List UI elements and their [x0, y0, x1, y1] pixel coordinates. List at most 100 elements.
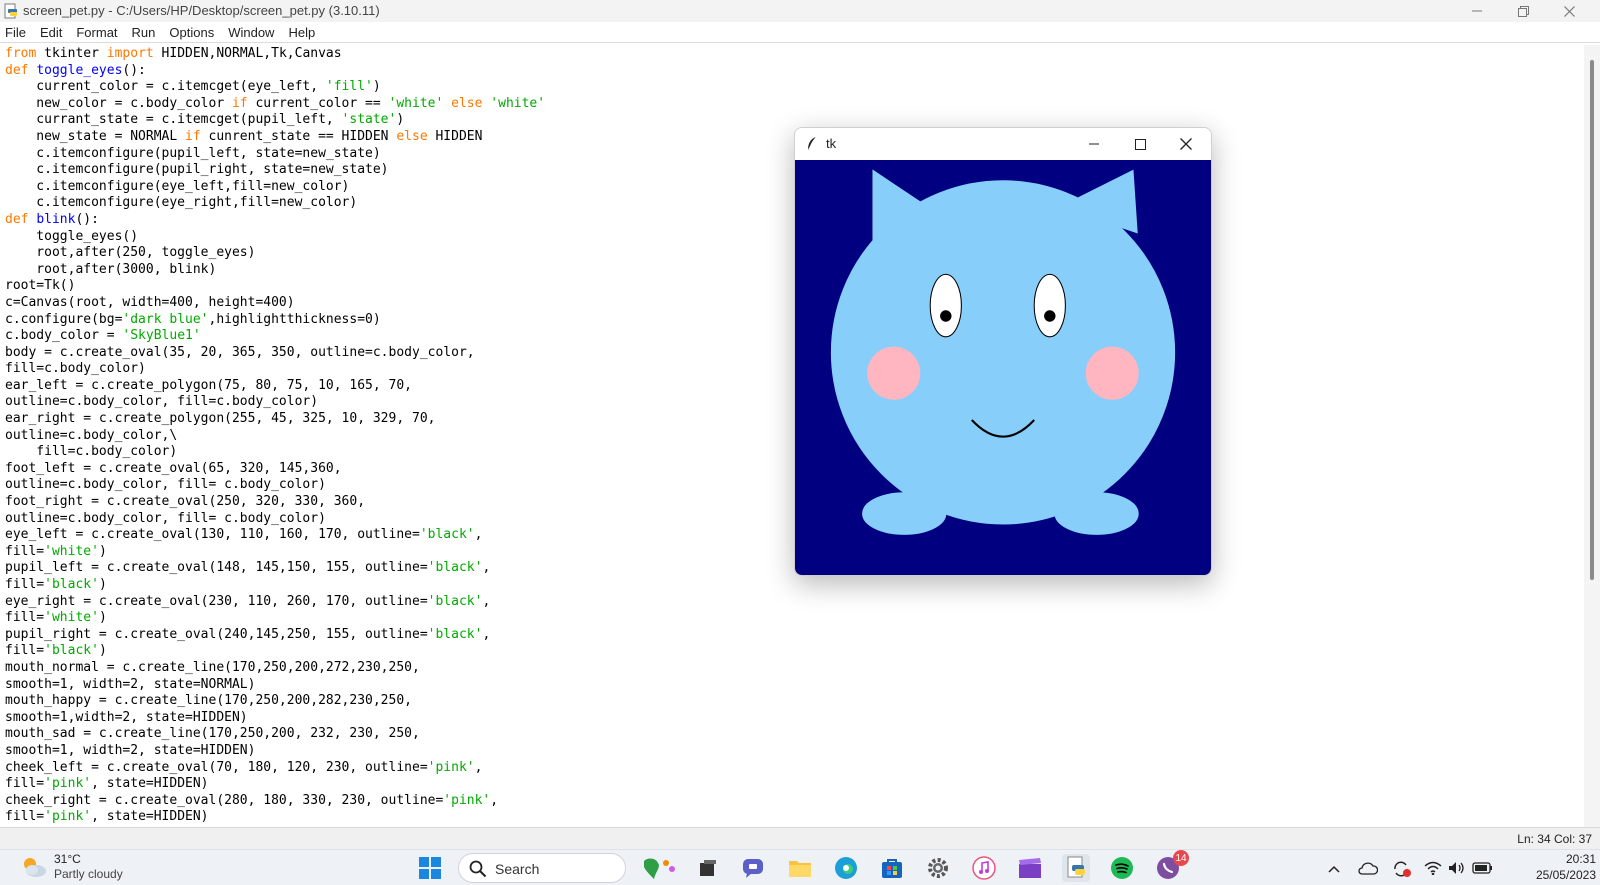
clock-time[interactable]: 20:31 — [1520, 852, 1596, 866]
code-line[interactable]: eye_right = c.create_oval(230, 110, 260,… — [5, 594, 545, 611]
code-line[interactable]: c.itemconfigure(eye_left,fill=new_color) — [5, 179, 545, 196]
code-token: 'black' — [44, 643, 99, 659]
menu-file[interactable]: File — [5, 25, 26, 40]
onedrive-tray[interactable] — [1358, 860, 1379, 879]
settings-button[interactable] — [924, 854, 952, 882]
code-line[interactable]: c.itemconfigure(eye_right,fill=new_color… — [5, 195, 545, 212]
code-line[interactable]: fill='white') — [5, 544, 545, 561]
code-line[interactable]: c.configure(bg='dark blue',highlightthic… — [5, 312, 545, 329]
menu-help[interactable]: Help — [288, 25, 315, 40]
weather-temperature[interactable]: 31°C — [54, 852, 81, 866]
code-line[interactable]: mouth_happy = c.create_line(170,250,200,… — [5, 693, 545, 710]
code-line[interactable]: root,after(250, toggle_eyes) — [5, 245, 545, 262]
code-line[interactable]: mouth_normal = c.create_line(170,250,200… — [5, 660, 545, 677]
tk-minimize-button[interactable] — [1071, 128, 1117, 160]
tk-maximize-button[interactable] — [1117, 128, 1163, 160]
code-line[interactable]: eye_left = c.create_oval(130, 110, 160, … — [5, 527, 545, 544]
code-line[interactable]: fill='white') — [5, 610, 545, 627]
code-line[interactable]: cheek_left = c.create_oval(70, 180, 120,… — [5, 760, 545, 777]
code-line[interactable]: outline=c.body_color, fill= c.body_color… — [5, 477, 545, 494]
start-button[interactable] — [416, 854, 444, 882]
code-line[interactable]: c.itemconfigure(pupil_left, state=new_st… — [5, 146, 545, 163]
store-icon — [882, 859, 902, 878]
code-line[interactable]: fill='pink', state=HIDDEN) — [5, 809, 545, 826]
volume-tray[interactable] — [1448, 860, 1466, 879]
itunes-button[interactable] — [970, 854, 998, 882]
code-line[interactable]: c=Canvas(root, width=400, height=400) — [5, 295, 545, 312]
store-button[interactable] — [878, 854, 906, 882]
code-line[interactable]: ear_right = c.create_polygon(255, 45, 32… — [5, 411, 545, 428]
code-token: 'pink' — [427, 759, 475, 775]
menu-format[interactable]: Format — [76, 25, 117, 40]
scrollbar-thumb[interactable] — [1590, 60, 1594, 580]
code-line[interactable]: def blink(): — [5, 212, 545, 229]
code-line[interactable]: cheek_right = c.create_oval(280, 180, 33… — [5, 793, 545, 810]
code-line[interactable]: smooth=1, width=2, state=NORMAL) — [5, 677, 545, 694]
tk-close-button[interactable] — [1163, 128, 1209, 160]
tk-window[interactable]: tk — [794, 127, 1212, 576]
tk-title-bar[interactable]: tk — [795, 128, 1211, 160]
code-editor[interactable]: from tkinter import HIDDEN,NORMAL,Tk,Can… — [0, 45, 1582, 827]
code-line[interactable]: fill='pink', state=HIDDEN) — [5, 776, 545, 793]
code-line[interactable]: fill=c.body_color) — [5, 361, 545, 378]
code-line[interactable]: current_color = c.itemcget(eye_left, 'fi… — [5, 79, 545, 96]
code-line[interactable]: from tkinter import HIDDEN,NORMAL,Tk,Can… — [5, 46, 545, 63]
code-line[interactable]: fill='black') — [5, 577, 545, 594]
code-line[interactable]: mouth_sad = c.create_line(170,250,200, 2… — [5, 726, 545, 743]
weather-description[interactable]: Partly cloudy — [54, 867, 123, 881]
code-line[interactable]: smooth=1, width=2, state=HIDDEN) — [5, 743, 545, 760]
code-line[interactable]: ear_left = c.create_polygon(75, 80, 75, … — [5, 378, 545, 395]
battery-tray[interactable] — [1472, 860, 1494, 879]
code-line[interactable]: foot_left = c.create_oval(65, 320, 145,3… — [5, 461, 545, 478]
code-token: HIDDEN — [427, 128, 483, 144]
spotify-button[interactable] — [1108, 854, 1136, 882]
menu-edit[interactable]: Edit — [40, 25, 62, 40]
vertical-scrollbar[interactable] — [1584, 45, 1600, 827]
code-line[interactable]: new_color = c.body_color if current_colo… — [5, 96, 545, 113]
menu-options[interactable]: Options — [169, 25, 214, 40]
code-line[interactable]: fill=c.body_color) — [5, 444, 545, 461]
minimize-button[interactable] — [1454, 0, 1500, 22]
code-line[interactable]: def toggle_eyes(): — [5, 63, 545, 80]
idle-taskbar-button[interactable] — [1062, 854, 1090, 882]
teams-chat-button[interactable] — [740, 854, 768, 882]
code-line[interactable]: root=Tk() — [5, 278, 545, 295]
wifi-tray[interactable] — [1424, 860, 1442, 879]
code-line[interactable]: smooth=1,width=2, state=HIDDEN) — [5, 710, 545, 727]
taskbar-search[interactable]: Search — [458, 853, 626, 883]
sync-tray[interactable] — [1392, 860, 1412, 882]
code-line[interactable]: body = c.create_oval(35, 20, 365, 350, o… — [5, 345, 545, 362]
pet-canvas[interactable] — [795, 160, 1211, 576]
code-text[interactable]: from tkinter import HIDDEN,NORMAL,Tk,Can… — [5, 46, 545, 826]
file-explorer-button[interactable] — [786, 854, 814, 882]
code-line[interactable]: outline=c.body_color, fill=c.body_color) — [5, 394, 545, 411]
task-view-button[interactable] — [694, 854, 722, 882]
code-line[interactable]: c.itemconfigure(pupil_right, state=new_s… — [5, 162, 545, 179]
code-token: if — [231, 95, 248, 111]
window-title: screen_pet.py - C:/Users/HP/Desktop/scre… — [23, 3, 380, 18]
title-bar: screen_pet.py - C:/Users/HP/Desktop/scre… — [0, 0, 1600, 22]
battery-icon — [1472, 862, 1492, 874]
clapperboard-icon — [1019, 858, 1041, 878]
edge-button[interactable] — [832, 854, 860, 882]
code-line[interactable]: root,after(3000, blink) — [5, 262, 545, 279]
widgets-button[interactable] — [636, 854, 680, 882]
code-line[interactable]: foot_right = c.create_oval(250, 320, 330… — [5, 494, 545, 511]
code-line[interactable]: c.body_color = 'SkyBlue1' — [5, 328, 545, 345]
close-button[interactable] — [1546, 0, 1592, 22]
code-line[interactable]: new_state = NORMAL if cunrent_state == H… — [5, 129, 545, 146]
menu-run[interactable]: Run — [132, 25, 156, 40]
weather-partly-cloudy-icon[interactable] — [20, 855, 48, 879]
code-line[interactable]: toggle_eyes() — [5, 229, 545, 246]
code-line[interactable]: outline=c.body_color, fill= c.body_color… — [5, 511, 545, 528]
restore-button[interactable] — [1500, 0, 1546, 22]
show-hidden-icons-button[interactable] — [1328, 860, 1340, 879]
menu-window[interactable]: Window — [228, 25, 274, 40]
code-line[interactable]: pupil_left = c.create_oval(148, 145,150,… — [5, 560, 545, 577]
code-line[interactable]: outline=c.body_color,\ — [5, 428, 545, 445]
code-line[interactable]: fill='black') — [5, 643, 545, 660]
code-line[interactable]: currant_state = c.itemcget(pupil_left, '… — [5, 112, 545, 129]
code-line[interactable]: pupil_right = c.create_oval(240,145,250,… — [5, 627, 545, 644]
clock-date[interactable]: 25/05/2023 — [1510, 868, 1596, 882]
clipchamp-button[interactable] — [1016, 854, 1044, 882]
